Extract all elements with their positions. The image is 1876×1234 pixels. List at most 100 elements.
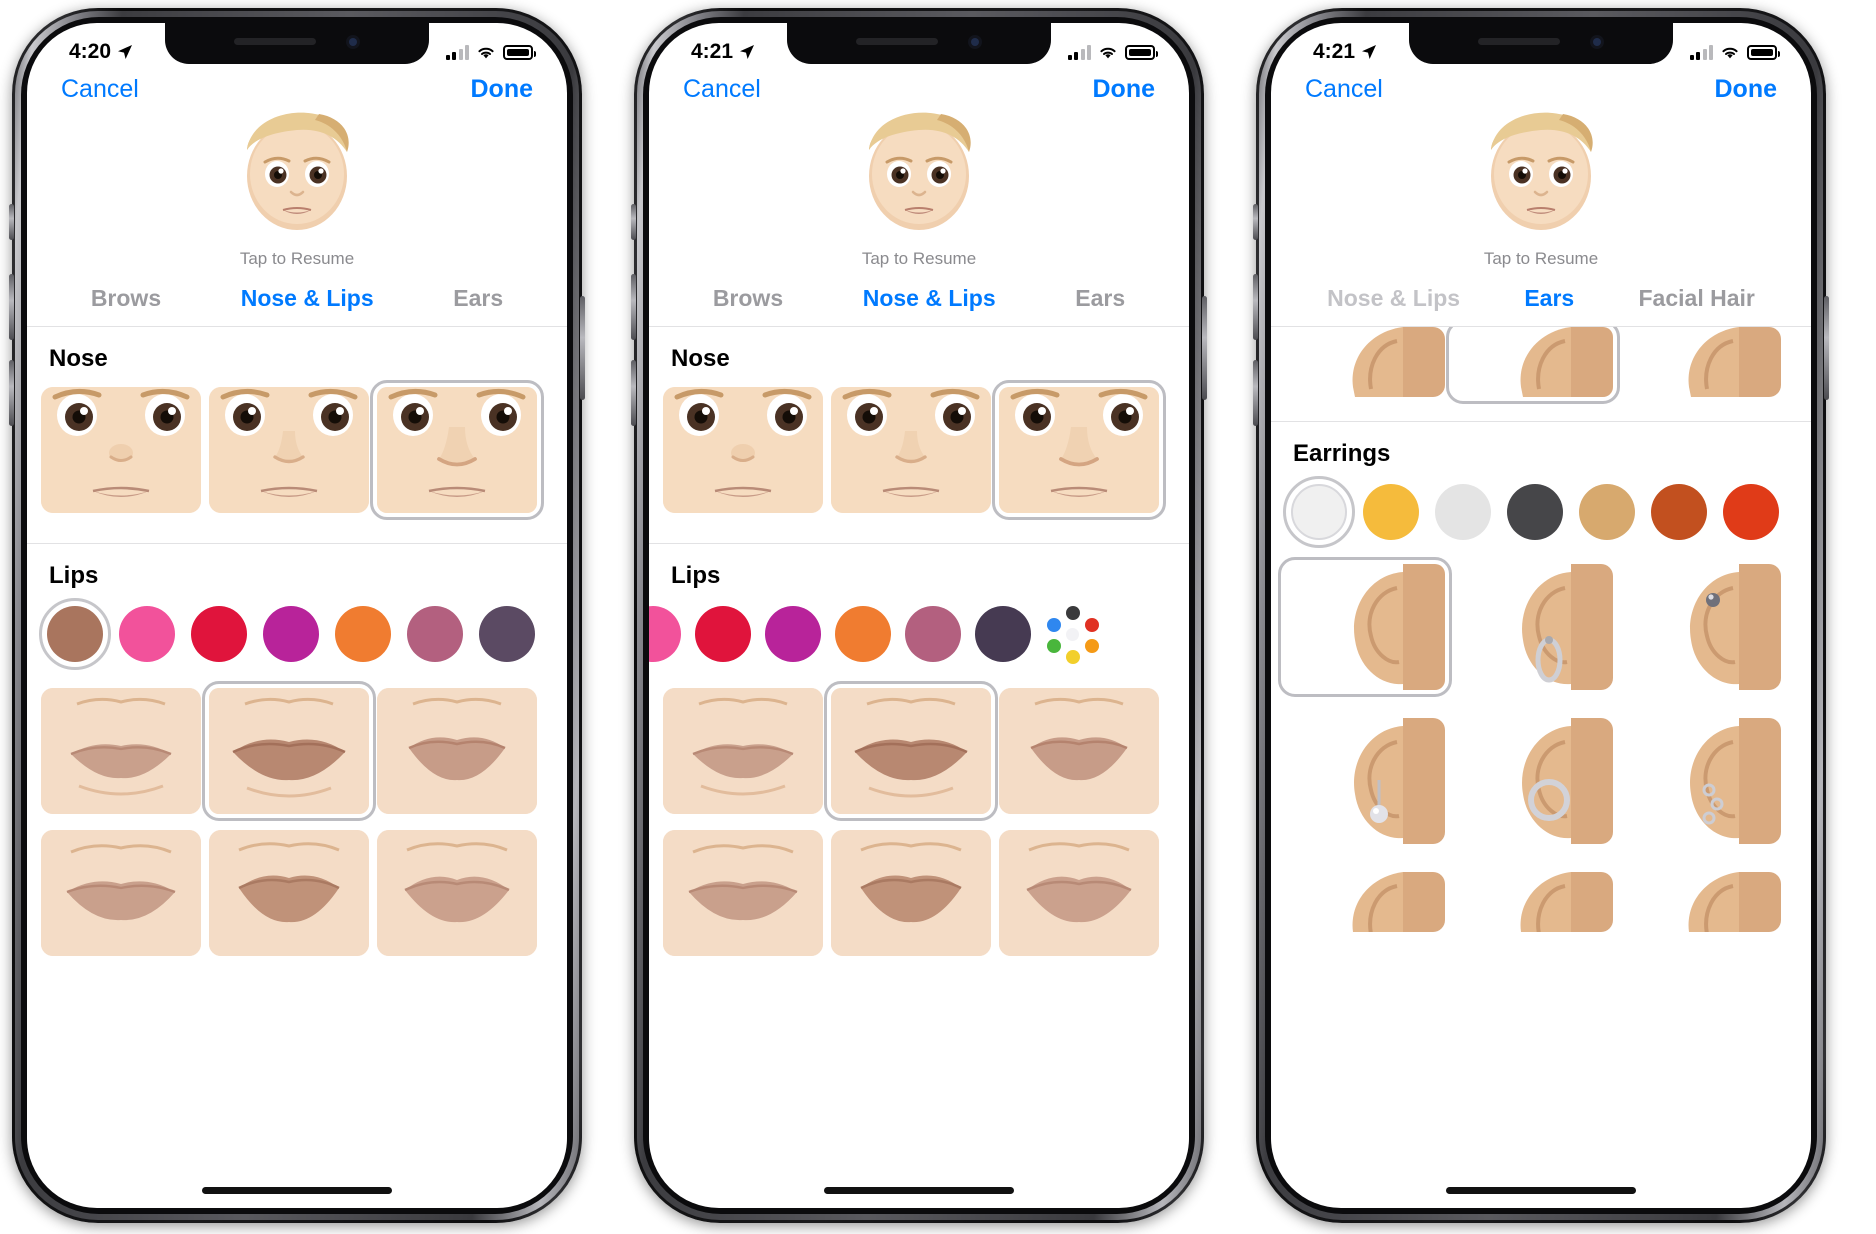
wifi-icon <box>1722 47 1738 58</box>
volume-up-button[interactable] <box>1253 274 1258 340</box>
lip-shape-option[interactable] <box>999 688 1159 814</box>
nose-option[interactable] <box>831 387 991 513</box>
memoji-avatar[interactable] <box>1467 83 1615 243</box>
options-scroll-area[interactable]: Nose Lips <box>27 327 567 1208</box>
phone-1: 4:20 Cancel Done Tap to Resume Brows Nos… <box>9 8 585 1223</box>
memoji-preview[interactable]: Tap to Resume <box>27 83 567 269</box>
memoji-preview[interactable]: Tap to Resume <box>649 83 1189 269</box>
lip-color-swatch[interactable] <box>191 606 247 662</box>
volume-up-button[interactable] <box>9 274 14 340</box>
earring-option[interactable] <box>1621 564 1781 690</box>
lip-shape-option[interactable] <box>999 830 1159 956</box>
earring-color-swatch[interactable] <box>1363 484 1419 540</box>
memoji-avatar[interactable] <box>845 83 993 243</box>
earring-row-1 <box>1271 557 1811 697</box>
tab-nose-and-lips[interactable]: Nose & Lips <box>241 285 374 312</box>
done-button[interactable]: Done <box>1093 77 1156 102</box>
earring-color-swatch[interactable] <box>1723 484 1779 540</box>
earring-option[interactable] <box>1453 872 1613 932</box>
section-title-nose: Nose <box>671 345 730 372</box>
earring-color-swatch[interactable] <box>1579 484 1635 540</box>
lip-color-swatch[interactable] <box>479 606 535 662</box>
earring-color-swatch-selected[interactable] <box>1283 476 1355 548</box>
earring-option[interactable] <box>1621 872 1781 932</box>
side-power-button[interactable] <box>1202 296 1207 400</box>
volume-down-button[interactable] <box>9 360 14 426</box>
cancel-button[interactable]: Cancel <box>683 77 761 102</box>
lip-color-swatch[interactable] <box>695 606 751 662</box>
lip-shape-option[interactable] <box>663 830 823 956</box>
home-indicator[interactable] <box>1446 1187 1636 1194</box>
lip-shape-option[interactable] <box>377 688 537 814</box>
earring-option[interactable] <box>1453 564 1613 690</box>
lip-color-swatch[interactable] <box>835 606 891 662</box>
section-title-lips: Lips <box>671 562 721 589</box>
color-wheel-icon[interactable] <box>1045 606 1101 664</box>
nose-option[interactable] <box>41 387 201 513</box>
mute-switch[interactable] <box>631 204 636 240</box>
side-power-button[interactable] <box>1824 296 1829 400</box>
lip-shape-option-selected[interactable] <box>824 681 998 821</box>
lip-shape-option[interactable] <box>377 830 537 956</box>
home-indicator[interactable] <box>202 1187 392 1194</box>
done-button[interactable]: Done <box>471 77 534 102</box>
options-scroll-area[interactable]: Nose Lips <box>649 327 1189 1208</box>
earring-option[interactable] <box>1285 872 1445 932</box>
side-power-button[interactable] <box>580 296 585 400</box>
memoji-preview[interactable]: Tap to Resume <box>1271 83 1811 269</box>
tab-facial-hair[interactable]: Facial Hair <box>1639 285 1755 312</box>
ear-shape-option-selected[interactable] <box>1446 327 1620 404</box>
ear-shape-option[interactable] <box>1285 327 1445 397</box>
tab-ears[interactable]: Ears <box>1524 285 1574 312</box>
tab-ears[interactable]: Ears <box>453 285 503 312</box>
earring-color-swatch[interactable] <box>1651 484 1707 540</box>
home-indicator[interactable] <box>824 1187 1014 1194</box>
nose-option[interactable] <box>209 387 369 513</box>
done-button[interactable]: Done <box>1715 77 1778 102</box>
tab-brows[interactable]: Brows <box>91 285 161 312</box>
nose-option-selected[interactable] <box>370 380 544 520</box>
lip-color-swatch-selected[interactable] <box>39 598 111 670</box>
tab-ears[interactable]: Ears <box>1075 285 1125 312</box>
nose-option[interactable] <box>663 387 823 513</box>
lip-color-swatch[interactable] <box>649 606 681 662</box>
earring-color-row <box>1271 468 1811 558</box>
cancel-button[interactable]: Cancel <box>1305 77 1383 102</box>
earring-option[interactable] <box>1621 718 1781 844</box>
lip-shape-option-selected[interactable] <box>202 681 376 821</box>
lip-color-swatch[interactable] <box>119 606 175 662</box>
lip-shape-option[interactable] <box>41 830 201 956</box>
status-bar: 4:20 <box>27 23 567 71</box>
volume-down-button[interactable] <box>631 360 636 426</box>
earring-color-swatch[interactable] <box>1507 484 1563 540</box>
lip-color-swatch[interactable] <box>905 606 961 662</box>
lip-color-swatch[interactable] <box>765 606 821 662</box>
lip-color-swatch[interactable] <box>263 606 319 662</box>
mute-switch[interactable] <box>9 204 14 240</box>
lip-shape-option[interactable] <box>209 830 369 956</box>
lip-shape-option[interactable] <box>663 688 823 814</box>
volume-up-button[interactable] <box>631 274 636 340</box>
earring-option[interactable] <box>1453 718 1613 844</box>
earring-row-2 <box>1271 696 1811 850</box>
earring-option-selected[interactable] <box>1278 557 1452 697</box>
options-scroll-area[interactable]: Earrings <box>1271 327 1811 1208</box>
tab-nose-and-lips[interactable]: Nose & Lips <box>1327 285 1460 312</box>
earring-color-swatch[interactable] <box>1435 484 1491 540</box>
memoji-avatar[interactable] <box>223 83 371 243</box>
tab-brows[interactable]: Brows <box>713 285 783 312</box>
cellular-signal-icon <box>445 44 469 60</box>
volume-down-button[interactable] <box>1253 360 1258 426</box>
cancel-button[interactable]: Cancel <box>61 77 139 102</box>
tab-nose-and-lips[interactable]: Nose & Lips <box>863 285 996 312</box>
lip-color-swatch[interactable] <box>975 606 1031 662</box>
lip-color-swatch[interactable] <box>407 606 463 662</box>
mute-switch[interactable] <box>1253 204 1258 240</box>
earring-option[interactable] <box>1285 718 1445 844</box>
lip-color-swatch[interactable] <box>335 606 391 662</box>
lip-shape-option[interactable] <box>831 830 991 956</box>
section-title-earrings: Earrings <box>1293 440 1391 467</box>
lip-shape-option[interactable] <box>41 688 201 814</box>
nose-option-selected[interactable] <box>992 380 1166 520</box>
ear-shape-option[interactable] <box>1621 327 1781 397</box>
